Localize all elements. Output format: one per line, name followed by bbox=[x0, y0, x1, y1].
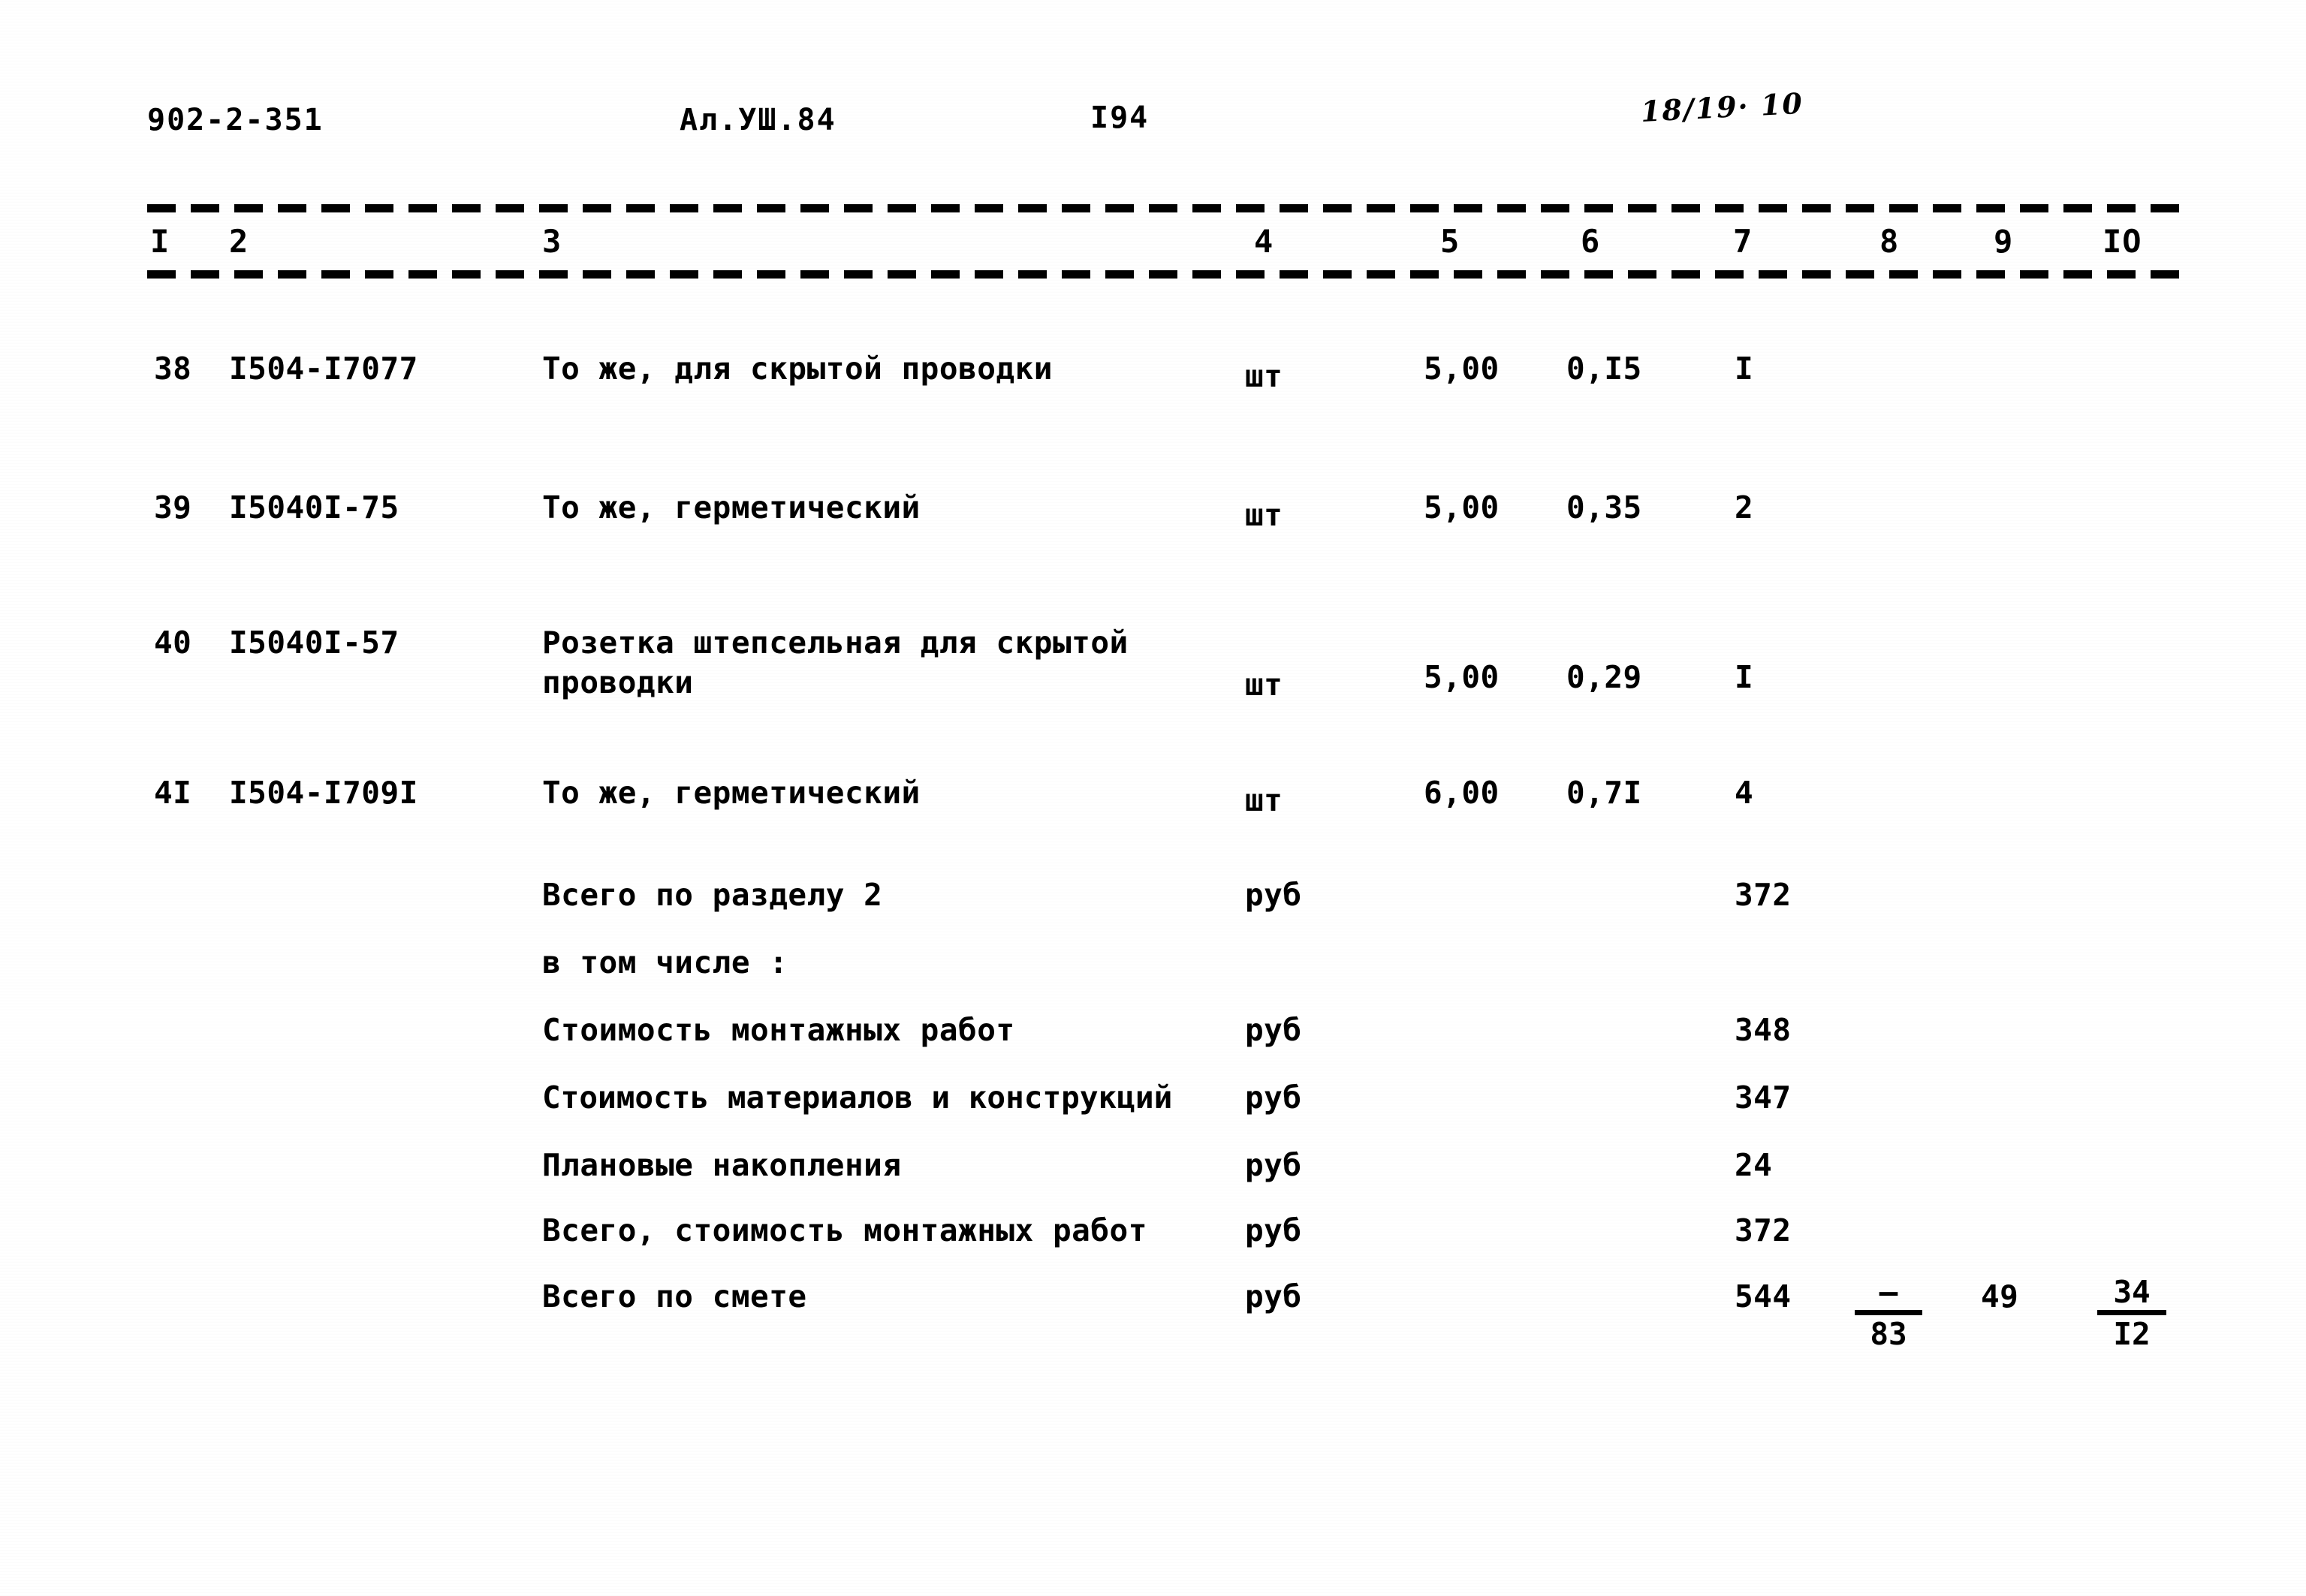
summary-col7: 348 bbox=[1735, 1012, 1792, 1048]
row-unit: шт bbox=[1245, 667, 1283, 703]
row-code: I5040I-75 bbox=[229, 489, 399, 525]
summary-label: в том числе : bbox=[542, 944, 788, 980]
row-code: I5040I-57 bbox=[229, 625, 399, 661]
row-name-line1: Розетка штепсельная для скрытой bbox=[542, 625, 1129, 661]
row-col7: 2 bbox=[1735, 489, 1754, 525]
total-col10-denominator: I2 bbox=[2113, 1316, 2151, 1353]
summary-label: Стоимость монтажных работ bbox=[542, 1012, 1015, 1048]
summary-label: Всего по смете bbox=[542, 1278, 807, 1314]
table-rule-top bbox=[147, 204, 2187, 212]
total-col10-numerator: 34 bbox=[2097, 1275, 2166, 1316]
column-header-6: 6 bbox=[1581, 223, 1601, 260]
row-col5: 5,00 bbox=[1424, 351, 1500, 387]
row-name: То же, герметический bbox=[542, 775, 921, 811]
summary-label: Всего, стоимость монтажных работ bbox=[542, 1212, 1147, 1248]
column-header-5: 5 bbox=[1440, 223, 1460, 260]
row-name-line2: проводки bbox=[542, 664, 694, 700]
summary-label: Плановые накопления bbox=[542, 1147, 902, 1183]
summary-col7: 347 bbox=[1735, 1080, 1792, 1116]
total-col9: 49 bbox=[1981, 1278, 2019, 1314]
row-col6: 0,29 bbox=[1566, 659, 1642, 695]
row-code: I504-I709I bbox=[229, 775, 418, 811]
column-header-2: 2 bbox=[229, 223, 249, 260]
row-name: То же, герметический bbox=[542, 489, 921, 525]
row-col5: 6,00 bbox=[1424, 775, 1500, 811]
column-header-9: 9 bbox=[1994, 223, 2014, 260]
column-header-8: 8 bbox=[1879, 223, 1900, 260]
table-row: 40 bbox=[154, 625, 192, 661]
row-col7: I bbox=[1735, 351, 1754, 387]
total-fraction-col10: 34 I2 bbox=[2097, 1275, 2166, 1353]
summary-label: Стоимость материалов и конструкций bbox=[542, 1080, 1173, 1116]
column-header-7: 7 bbox=[1733, 223, 1753, 260]
row-unit: шт bbox=[1245, 358, 1283, 394]
summary-col7: 544 bbox=[1735, 1278, 1792, 1314]
document-page: 902-2-351 Ал.УШ.84 I94 18/19· 10 I 2 3 4… bbox=[0, 0, 2306, 1596]
row-code: I504-I7077 bbox=[229, 351, 418, 387]
row-col5: 5,00 bbox=[1424, 489, 1500, 525]
summary-col7: 24 bbox=[1735, 1147, 1773, 1183]
total-col8-numerator: – bbox=[1855, 1275, 1922, 1316]
summary-col7: 372 bbox=[1735, 1212, 1792, 1248]
column-header-4: 4 bbox=[1254, 223, 1274, 260]
row-unit: шт bbox=[1245, 782, 1283, 818]
page-number: I94 bbox=[1090, 101, 1150, 135]
summary-unit: руб bbox=[1245, 1147, 1302, 1183]
table-row: 39 bbox=[154, 489, 192, 525]
column-header-3: 3 bbox=[542, 223, 562, 260]
summary-unit: руб bbox=[1245, 1212, 1302, 1248]
table-rule-bottom bbox=[147, 270, 2187, 279]
summary-unit: руб bbox=[1245, 1012, 1302, 1048]
total-fraction-col8: – 83 bbox=[1855, 1275, 1922, 1353]
summary-col7: 372 bbox=[1735, 877, 1792, 913]
handwritten-annotation: 18/19· 10 bbox=[1639, 86, 1804, 128]
total-col8-denominator: 83 bbox=[1870, 1316, 1907, 1353]
column-header-10: IO bbox=[2103, 223, 2142, 260]
summary-unit: руб bbox=[1245, 877, 1302, 913]
document-code: 902-2-351 bbox=[147, 103, 324, 137]
row-name: То же, для скрытой проводки bbox=[542, 351, 1053, 387]
table-row: 4I bbox=[154, 775, 192, 811]
summary-unit: руб bbox=[1245, 1278, 1302, 1314]
row-col6: 0,I5 bbox=[1566, 351, 1642, 387]
table-row: 38 bbox=[154, 351, 192, 387]
row-col7: I bbox=[1735, 659, 1754, 695]
album-reference: Ал.УШ.84 bbox=[680, 103, 836, 137]
row-col7: 4 bbox=[1735, 775, 1754, 811]
row-unit: шт bbox=[1245, 497, 1283, 533]
summary-unit: руб bbox=[1245, 1080, 1302, 1116]
row-col5: 5,00 bbox=[1424, 659, 1500, 695]
summary-label: Всего по разделу 2 bbox=[542, 877, 883, 913]
column-header-1: I bbox=[150, 223, 170, 260]
row-col6: 0,35 bbox=[1566, 489, 1642, 525]
row-col6: 0,7I bbox=[1566, 775, 1642, 811]
